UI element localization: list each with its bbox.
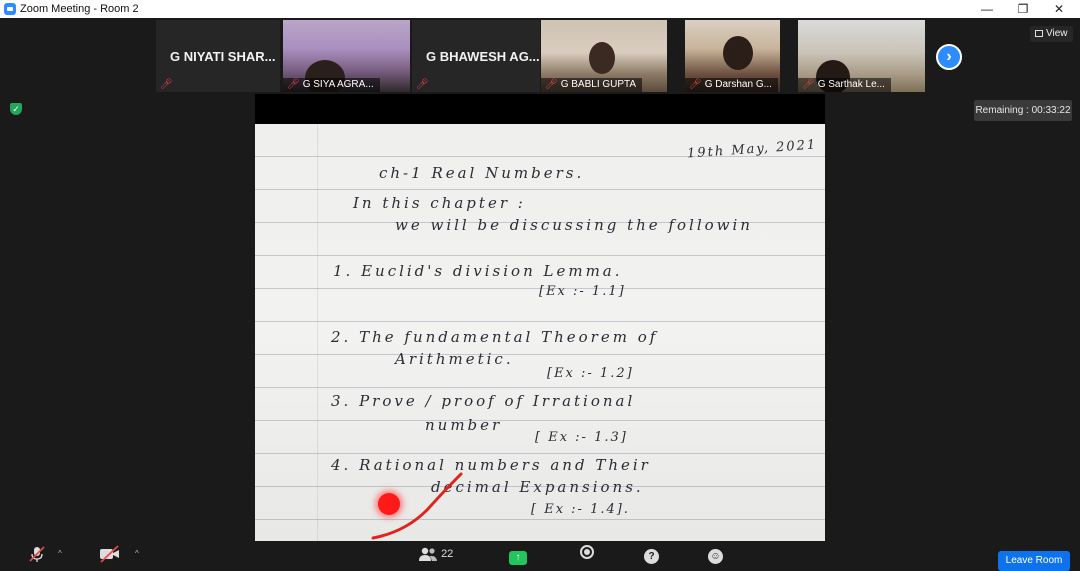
close-button[interactable]: ✕ bbox=[1044, 1, 1074, 17]
stop-video-button[interactable] bbox=[99, 543, 121, 565]
muted-mic-icon: 🎤︎ bbox=[160, 79, 173, 90]
participant-label: 🎤︎ bbox=[156, 78, 182, 92]
participants-icon bbox=[419, 547, 437, 562]
record-icon bbox=[580, 545, 594, 559]
muted-mic-icon: 🎤︎ bbox=[689, 79, 702, 90]
note-line: [Ex :- 1.1] bbox=[539, 284, 626, 299]
remaining-time: Remaining : 00:33:22 bbox=[974, 100, 1072, 121]
participant-video bbox=[589, 42, 615, 74]
note-line: 1. Euclid's division Lemma. bbox=[333, 262, 623, 280]
minimize-button[interactable]: — bbox=[972, 1, 1002, 17]
note-line: In this chapter : bbox=[353, 194, 526, 212]
window-title: Zoom Meeting - Room 2 bbox=[20, 3, 139, 15]
muted-mic-icon: 🎤︎ bbox=[416, 79, 429, 90]
note-line: [ Ex :- 1.3] bbox=[535, 430, 628, 445]
muted-mic-icon: 🎤︎ bbox=[802, 79, 815, 90]
chevron-right-icon: › bbox=[946, 48, 952, 65]
note-date: 19th May, 2021 bbox=[686, 137, 818, 162]
participant-tile-babli[interactable]: 🎤︎ G BABLI GUPTA bbox=[541, 20, 667, 92]
note-line: we will be discussing the followin bbox=[395, 216, 753, 234]
note-line: 3. Prove / proof of Irrational bbox=[331, 392, 636, 410]
spotlight-pointer bbox=[378, 493, 400, 515]
view-button[interactable]: View bbox=[1030, 26, 1073, 42]
video-options-caret[interactable]: ^ bbox=[135, 543, 139, 565]
participant-tile-siya[interactable]: 🎤︎ G SIYA AGRA... bbox=[283, 20, 410, 92]
muted-mic-icon: 🎤︎ bbox=[287, 79, 300, 90]
participant-tile-niyati[interactable]: G NIYATI SHAR... 🎤︎ bbox=[156, 20, 280, 92]
note-heading: ch-1 Real Numbers. bbox=[379, 164, 585, 182]
reactions-button[interactable]: ☺ bbox=[708, 545, 723, 567]
participant-label: 🎤︎ G Darshan G... bbox=[685, 78, 778, 92]
video-off-icon bbox=[100, 545, 119, 563]
participants-count: 22 bbox=[441, 548, 454, 560]
participant-label: 🎤︎ bbox=[412, 78, 438, 92]
participant-video bbox=[723, 36, 753, 70]
reactions-icon: ☺ bbox=[708, 549, 723, 564]
participant-tile-bhawesh[interactable]: G BHAWESH AG... 🎤︎ bbox=[412, 20, 540, 92]
audio-options-caret[interactable]: ^ bbox=[58, 543, 62, 565]
help-icon: ? bbox=[644, 549, 659, 564]
security-shield-icon[interactable]: ✓ bbox=[10, 103, 22, 115]
note-line: Arithmetic. bbox=[395, 350, 514, 368]
mute-button[interactable] bbox=[28, 543, 46, 565]
meeting-toolbar bbox=[0, 541, 1080, 565]
help-button[interactable]: ? bbox=[644, 545, 659, 567]
note-line: [ Ex :- 1.4]. bbox=[531, 502, 630, 517]
muted-mic-icon: 🎤︎ bbox=[545, 79, 558, 90]
next-page-button[interactable]: › bbox=[936, 44, 962, 70]
participant-label: 🎤︎ G BABLI GUPTA bbox=[541, 78, 643, 92]
note-line: [Ex :- 1.2] bbox=[547, 366, 634, 381]
grid-icon bbox=[1035, 30, 1043, 37]
leave-room-button[interactable]: Leave Room bbox=[998, 551, 1070, 571]
page-margin bbox=[317, 124, 318, 541]
participant-tile-sarthak[interactable]: 🎤︎ G Sarthak Le... bbox=[798, 20, 925, 92]
participant-label: 🎤︎ G SIYA AGRA... bbox=[283, 78, 380, 92]
participant-name: G NIYATI SHAR... bbox=[170, 49, 276, 64]
participants-button[interactable]: 22 bbox=[418, 543, 453, 565]
notebook-page: 19th May, 2021 ch-1 Real Numbers. In thi… bbox=[255, 124, 825, 541]
note-line: number bbox=[425, 416, 503, 434]
title-bar: Zoom Meeting - Room 2 — ❐ ✕ bbox=[0, 0, 1080, 18]
zoom-app-icon bbox=[4, 3, 16, 15]
participant-label: 🎤︎ G Sarthak Le... bbox=[798, 78, 891, 92]
participant-name: G BHAWESH AG... bbox=[426, 49, 540, 64]
maximize-button[interactable]: ❐ bbox=[1008, 1, 1038, 17]
share-screen-icon: ↑ bbox=[509, 551, 527, 565]
note-line: 2. The fundamental Theorem of bbox=[331, 328, 659, 346]
participant-tile-darshan[interactable]: 🎤︎ G Darshan G... bbox=[685, 20, 780, 92]
shared-screen: 19th May, 2021 ch-1 Real Numbers. In thi… bbox=[255, 94, 825, 541]
record-button[interactable] bbox=[580, 545, 594, 567]
muted-mic-icon bbox=[29, 546, 45, 563]
